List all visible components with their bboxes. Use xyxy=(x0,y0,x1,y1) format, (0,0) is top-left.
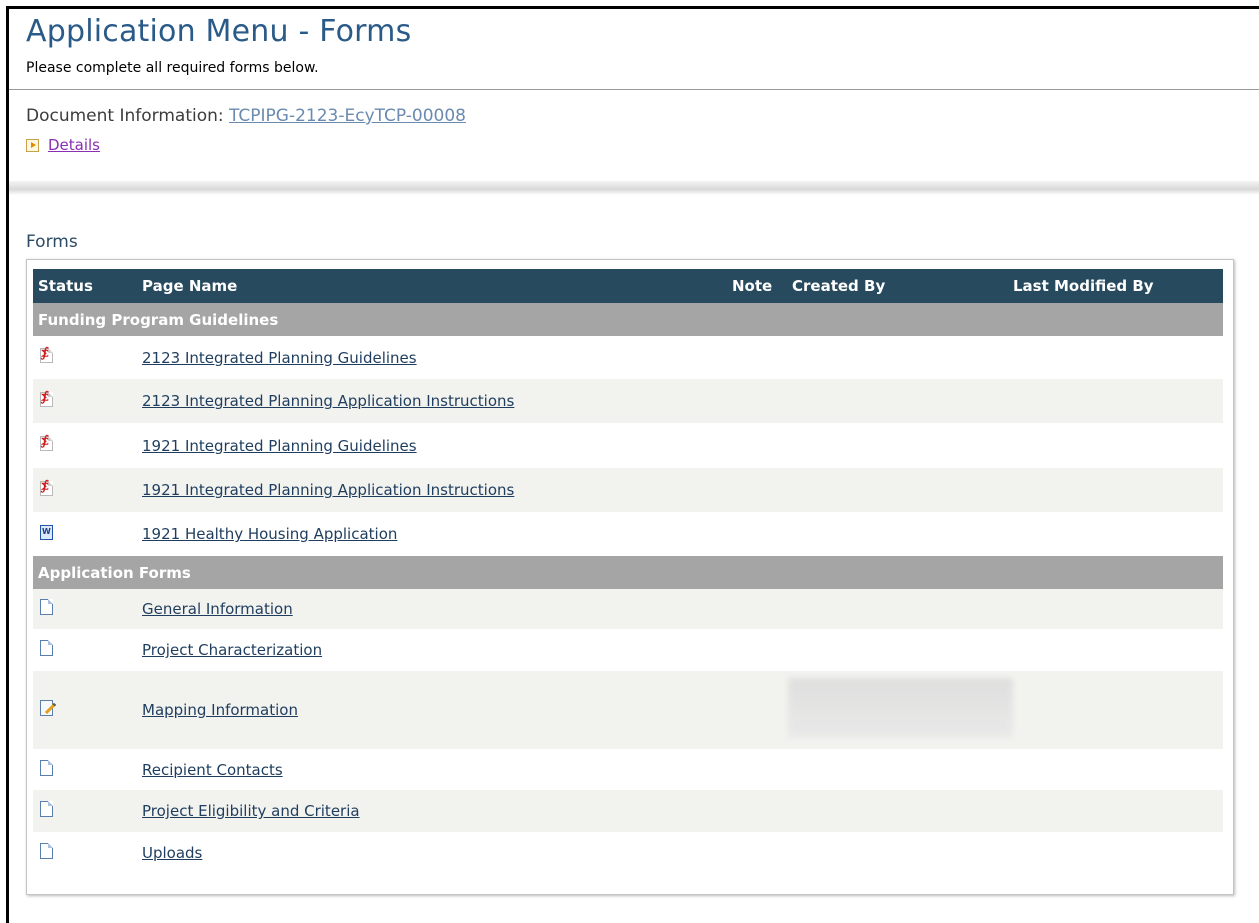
pdf-icon xyxy=(40,346,53,363)
group-header-label: Application Forms xyxy=(33,556,1223,589)
table-header-row: Status Page Name Note Created By Last Mo… xyxy=(33,269,1223,303)
form-link[interactable]: 1921 Integrated Planning Application Ins… xyxy=(142,481,514,499)
column-header-created-by: Created By xyxy=(792,269,1013,303)
divider xyxy=(9,89,1259,90)
pdf-icon xyxy=(40,479,53,496)
table-row: Recipient Contacts xyxy=(33,749,1223,790)
column-header-last-modified-by: Last Modified By xyxy=(1013,269,1223,303)
form-link[interactable]: 1921 Healthy Housing Application xyxy=(142,525,397,543)
section-separator xyxy=(9,181,1259,195)
table-row: 1921 Integrated Planning Application Ins… xyxy=(33,468,1223,512)
table-row: General Information xyxy=(33,589,1223,629)
column-header-page-name: Page Name xyxy=(142,269,732,303)
table-row: 2123 Integrated Planning Guidelines xyxy=(33,336,1223,379)
document-icon xyxy=(40,759,53,776)
group-header-funding-program-guidelines: Funding Program Guidelines xyxy=(33,303,1223,336)
word-doc-icon xyxy=(40,524,53,540)
document-icon xyxy=(40,599,53,615)
document-id-link[interactable]: TCPIPG-2123-EcyTCP-00008 xyxy=(229,106,466,126)
forms-table: Status Page Name Note Created By Last Mo… xyxy=(33,269,1223,874)
document-information: Document Information: TCPIPG-2123-EcyTCP… xyxy=(26,106,466,126)
table-row: Mapping Information xyxy=(33,671,1223,749)
column-header-note: Note xyxy=(732,269,792,303)
form-link[interactable]: 1921 Integrated Planning Guidelines xyxy=(142,437,417,455)
details-toggle[interactable]: Details xyxy=(26,136,100,154)
form-link[interactable]: General Information xyxy=(142,600,293,618)
form-link[interactable]: 2123 Integrated Planning Guidelines xyxy=(142,349,417,367)
page-title: Application Menu - Forms xyxy=(26,14,412,49)
table-row: 1921 Healthy Housing Application xyxy=(33,512,1223,556)
form-link[interactable]: Recipient Contacts xyxy=(142,761,283,779)
document-information-label: Document Information: xyxy=(26,106,230,126)
edit-document-icon xyxy=(40,700,53,716)
form-link[interactable]: Project Characterization xyxy=(142,641,322,659)
table-row: 1921 Integrated Planning Guidelines xyxy=(33,423,1223,468)
column-header-status: Status xyxy=(33,269,142,303)
table-row: Project Eligibility and Criteria xyxy=(33,790,1223,832)
pdf-icon xyxy=(40,390,53,407)
document-icon xyxy=(40,843,53,859)
group-header-application-forms: Application Forms xyxy=(33,556,1223,589)
group-header-label: Funding Program Guidelines xyxy=(33,303,1223,336)
forms-section-label: Forms xyxy=(26,232,78,252)
expand-arrow-icon[interactable] xyxy=(26,138,39,152)
document-icon xyxy=(40,801,53,817)
form-link[interactable]: Mapping Information xyxy=(142,701,298,719)
table-row: 2123 Integrated Planning Application Ins… xyxy=(33,379,1223,423)
forms-panel: Status Page Name Note Created By Last Mo… xyxy=(26,259,1234,895)
document-icon xyxy=(40,640,53,656)
form-link[interactable]: Uploads xyxy=(142,844,202,862)
details-link[interactable]: Details xyxy=(48,136,100,154)
pdf-icon xyxy=(40,434,53,451)
form-link[interactable]: Project Eligibility and Criteria xyxy=(142,802,360,820)
redacted-created-by xyxy=(788,678,1013,738)
page-subtitle: Please complete all required forms below… xyxy=(26,60,319,76)
table-row: Uploads xyxy=(33,832,1223,874)
table-row: Project Characterization xyxy=(33,629,1223,671)
form-link[interactable]: 2123 Integrated Planning Application Ins… xyxy=(142,392,514,410)
